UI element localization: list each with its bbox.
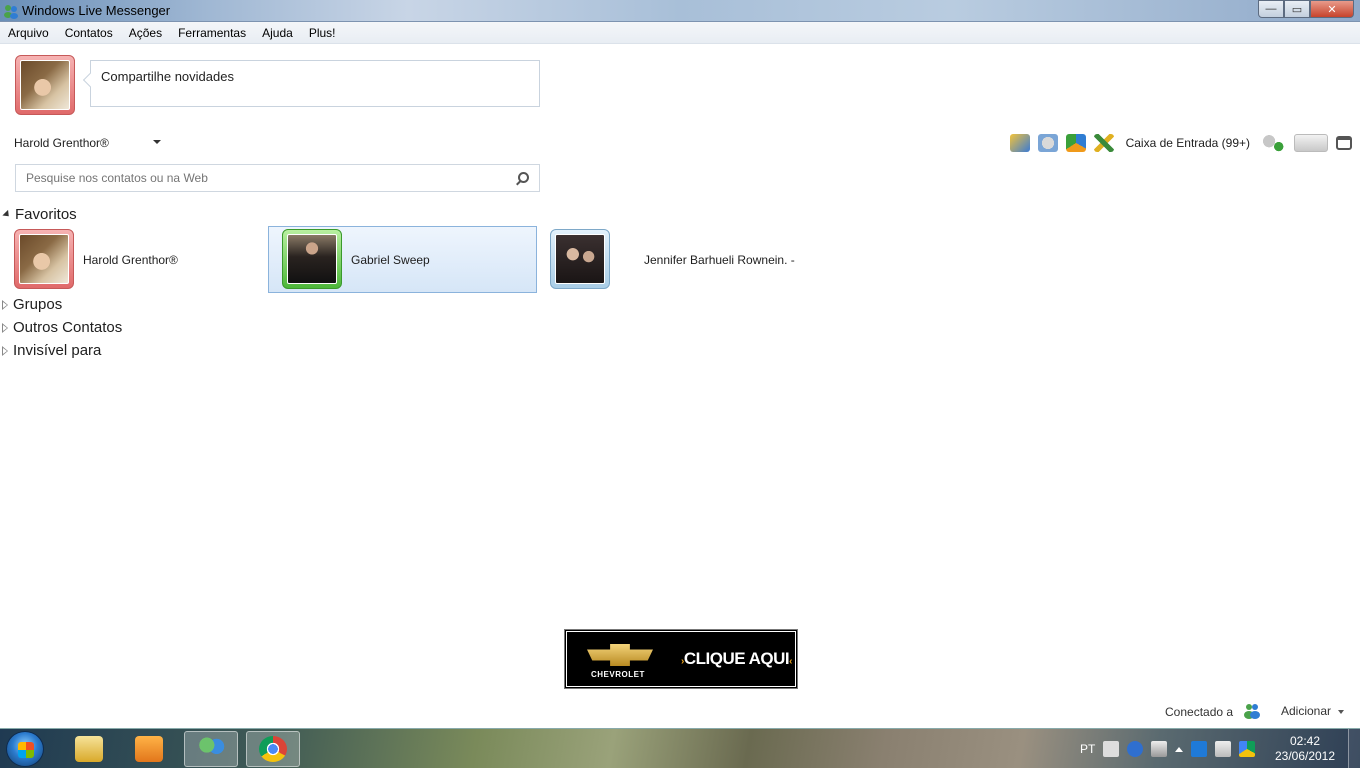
messenger-icon bbox=[197, 736, 225, 762]
my-avatar-picture bbox=[20, 60, 70, 110]
collapse-icon bbox=[2, 209, 12, 220]
clock-time: 02:42 bbox=[1289, 734, 1321, 748]
chevron-down-icon[interactable] bbox=[1338, 710, 1344, 714]
status-message-box[interactable]: Compartilhe novidades bbox=[82, 60, 540, 107]
favorite-avatar-jennifer[interactable] bbox=[550, 229, 610, 289]
avatar-picture bbox=[19, 234, 69, 284]
expand-icon bbox=[2, 345, 8, 356]
title-bar: Windows Live Messenger — ▭ ✕ bbox=[0, 0, 1360, 22]
group-grupos[interactable]: Grupos bbox=[2, 296, 63, 313]
menu-arquivo[interactable]: Arquivo bbox=[8, 26, 49, 40]
status-dropdown-icon[interactable] bbox=[153, 140, 161, 144]
my-avatar[interactable] bbox=[15, 55, 75, 115]
group-outros-contatos[interactable]: Outros Contatos bbox=[2, 319, 123, 336]
messenger-icon bbox=[4, 5, 18, 19]
taskbar-explorer[interactable] bbox=[62, 731, 116, 767]
show-hidden-icons-icon[interactable] bbox=[1175, 746, 1184, 752]
layout-icon[interactable] bbox=[1336, 136, 1352, 150]
help-icon[interactable] bbox=[1127, 741, 1144, 757]
group-outros-label: Outros Contatos bbox=[13, 319, 123, 336]
media-player-icon bbox=[135, 736, 163, 762]
dropbox-icon[interactable] bbox=[1191, 741, 1208, 757]
menu-contatos[interactable]: Contatos bbox=[65, 26, 113, 40]
menu-ferramentas[interactable]: Ferramentas bbox=[178, 26, 246, 40]
group-invisivel-para[interactable]: Invisível para bbox=[2, 342, 102, 359]
group-grupos-label: Grupos bbox=[13, 296, 63, 313]
system-tray: PT bbox=[1080, 729, 1256, 768]
google-drive-icon[interactable] bbox=[1239, 741, 1256, 757]
contact-toolbar: Caixa de Entrada (99+) bbox=[1009, 132, 1360, 154]
clock-date: 23/06/2012 bbox=[1274, 749, 1336, 763]
activities-icon[interactable] bbox=[1065, 134, 1086, 152]
expand-icon bbox=[2, 322, 8, 333]
ad-brand: CHEVROLET bbox=[591, 670, 645, 679]
avatar-picture bbox=[287, 234, 337, 284]
avatar-picture bbox=[555, 234, 605, 284]
menu-acoes[interactable]: Ações bbox=[129, 26, 162, 40]
minimize-button[interactable]: — bbox=[1258, 0, 1284, 18]
search-box bbox=[15, 164, 540, 192]
chevrolet-logo bbox=[587, 644, 653, 666]
menu-bar: Arquivo Contatos Ações Ferramentas Ajuda… bbox=[0, 22, 1360, 44]
add-menu[interactable]: Adicionar bbox=[1281, 704, 1331, 718]
taskbar-messenger[interactable] bbox=[184, 731, 238, 767]
folder-icon bbox=[75, 736, 103, 762]
add-contact-icon[interactable] bbox=[1260, 134, 1286, 152]
menu-plus[interactable]: Plus! bbox=[309, 26, 336, 40]
photo-sharing-icon[interactable] bbox=[1009, 134, 1030, 152]
taskbar: PT 02:42 23/06/2012 bbox=[0, 728, 1360, 768]
network-icon[interactable] bbox=[1151, 741, 1168, 757]
expand-icon bbox=[2, 299, 8, 310]
connection-status: Conectado a bbox=[1165, 705, 1234, 719]
status-message: Compartilhe novidades bbox=[101, 69, 234, 84]
window-controls: — ▭ ✕ bbox=[1258, 0, 1354, 18]
window-title: Windows Live Messenger bbox=[22, 3, 171, 18]
contacts-network-icon[interactable] bbox=[1243, 703, 1261, 719]
favorite-name-gabriel[interactable]: Gabriel Sweep bbox=[351, 253, 430, 267]
taskbar-chrome[interactable] bbox=[246, 731, 300, 767]
arrow-left-icon: ‹ bbox=[789, 656, 793, 667]
taskbar-media-player[interactable] bbox=[122, 731, 176, 767]
menu-ajuda[interactable]: Ajuda bbox=[262, 26, 293, 40]
favorite-name-jennifer[interactable]: Jennifer Barhueli Rownein. - bbox=[644, 253, 795, 267]
inbox-link[interactable]: Caixa de Entrada (99+) bbox=[1126, 136, 1250, 150]
favorite-name-harold[interactable]: Harold Grenthor® bbox=[83, 253, 178, 267]
games-icon[interactable] bbox=[1037, 134, 1058, 152]
keyboard-icon[interactable] bbox=[1103, 741, 1120, 757]
search-input[interactable] bbox=[16, 165, 496, 191]
group-invisivel-label: Invisível para bbox=[13, 342, 102, 359]
clock[interactable]: 02:42 23/06/2012 bbox=[1270, 734, 1340, 764]
show-desktop-button[interactable] bbox=[1348, 729, 1360, 768]
speech-notch bbox=[82, 72, 98, 88]
windows-logo-icon bbox=[18, 742, 34, 758]
display-name[interactable]: Harold Grenthor® bbox=[14, 136, 109, 150]
volume-muted-icon[interactable] bbox=[1215, 741, 1232, 757]
favorite-avatar-harold[interactable] bbox=[14, 229, 74, 289]
language-indicator[interactable]: PT bbox=[1080, 742, 1095, 756]
chrome-icon bbox=[259, 736, 287, 762]
ad-banner[interactable]: CHEVROLET ›CLIQUE AQUI‹ bbox=[564, 629, 798, 689]
group-favorites[interactable]: Favoritos bbox=[2, 206, 77, 223]
close-button[interactable]: ✕ bbox=[1310, 0, 1354, 18]
start-button[interactable] bbox=[6, 731, 44, 767]
tools-icon[interactable] bbox=[1093, 134, 1114, 152]
favorite-avatar-gabriel[interactable] bbox=[282, 229, 342, 289]
ad-cta-label: CLIQUE AQUI bbox=[683, 649, 790, 668]
ad-cta: ›CLIQUE AQUI‹ bbox=[681, 649, 792, 669]
search-icon[interactable] bbox=[518, 172, 529, 183]
plus-logo-icon[interactable] bbox=[1294, 134, 1328, 152]
group-favorites-label: Favoritos bbox=[15, 206, 77, 223]
maximize-button[interactable]: ▭ bbox=[1284, 0, 1310, 18]
